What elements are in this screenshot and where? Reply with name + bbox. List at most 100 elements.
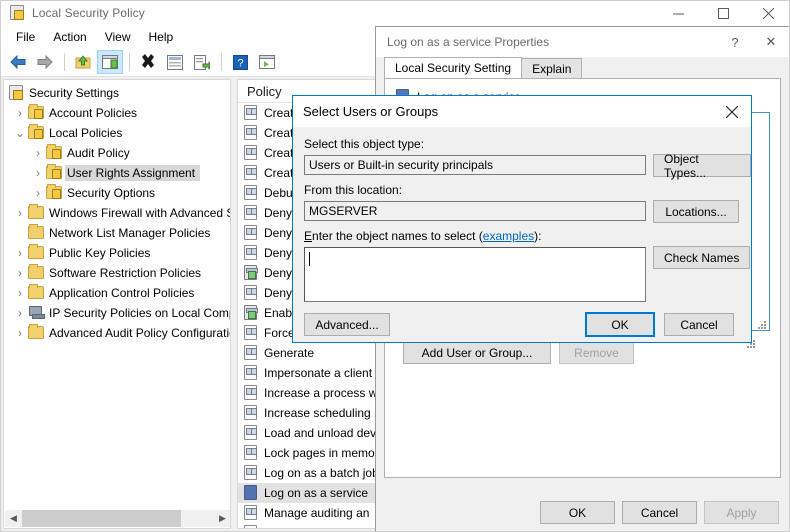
list-item-label: Manage auditing an: [264, 506, 370, 520]
up-folder-icon[interactable]: [70, 50, 96, 74]
menu-view[interactable]: View: [96, 27, 140, 47]
tree-root-security-settings[interactable]: Security Settings: [4, 83, 230, 103]
check-names-button[interactable]: Check Names: [653, 246, 751, 269]
ok-button[interactable]: OK: [585, 312, 655, 337]
policy-icon: [243, 465, 259, 481]
help-question-icon[interactable]: ?: [717, 27, 753, 57]
text-caret: [309, 252, 310, 266]
sidebar-item-local-policies[interactable]: ⌄ Local Policies: [4, 123, 230, 143]
menu-help[interactable]: Help: [140, 27, 183, 47]
sidebar-item-windows-firewall[interactable]: › Windows Firewall with Advanced Secu: [4, 203, 230, 223]
tree-item-label: Application Control Policies: [49, 286, 195, 300]
chevron-right-icon[interactable]: ›: [30, 163, 46, 183]
close-icon[interactable]: [713, 96, 751, 127]
folder-lock-icon: [46, 144, 62, 161]
policy-icon: [243, 245, 259, 261]
sidebar-item-software-restriction-policies[interactable]: › Software Restriction Policies: [4, 263, 230, 283]
sidebar-item-user-rights-assignment[interactable]: › User Rights Assignment: [4, 163, 230, 183]
menu-action[interactable]: Action: [44, 27, 95, 47]
export-list-icon[interactable]: [189, 50, 215, 74]
tree-item-label: Public Key Policies: [49, 246, 151, 260]
sidebar-item-advanced-audit-policy-configuration[interactable]: › Advanced Audit Policy Configuration: [4, 323, 230, 343]
show-console-tree-icon[interactable]: [97, 50, 123, 74]
chevron-right-icon[interactable]: ›: [12, 103, 28, 123]
chevron-right-icon[interactable]: ›: [12, 323, 28, 343]
tab-explain[interactable]: Explain: [521, 58, 583, 79]
properties-dialog-titlebar: Log on as a service Properties ? ✕: [376, 27, 789, 57]
tree-item-label: User Rights Assignment: [65, 165, 201, 181]
object-types-button[interactable]: Object Types...: [653, 152, 751, 180]
back-icon[interactable]: [5, 50, 31, 74]
policy-configured-icon: [243, 265, 259, 281]
window-titlebar: Local Security Policy: [1, 1, 789, 25]
object-type-field[interactable]: Users or Built-in security principals: [304, 155, 646, 175]
help-icon[interactable]: ?: [227, 50, 253, 74]
chevron-right-icon[interactable]: ›: [12, 283, 28, 303]
chevron-down-icon[interactable]: ⌄: [12, 123, 28, 143]
minimize-icon[interactable]: [656, 1, 701, 25]
object-names-input[interactable]: [304, 247, 646, 302]
advanced-button[interactable]: Advanced...: [304, 313, 390, 336]
list-item-label: Log on as a service: [264, 486, 369, 500]
sidebar-item-application-control-policies[interactable]: › Application Control Policies: [4, 283, 230, 303]
security-policy-icon: [9, 5, 25, 21]
toolbar-separator: [64, 53, 65, 71]
forward-icon[interactable]: [32, 50, 58, 74]
close-icon[interactable]: ✕: [753, 27, 789, 57]
sidebar-item-audit-policy[interactable]: › Audit Policy: [4, 143, 230, 163]
resize-grip-icon[interactable]: [758, 321, 767, 329]
ok-button[interactable]: OK: [540, 501, 615, 524]
list-item-label: Generate: [264, 346, 315, 360]
add-user-or-group-button[interactable]: Add User or Group...: [403, 341, 551, 364]
policy-icon: [243, 285, 259, 301]
policy-icon: [243, 225, 259, 241]
sidebar-item-public-key-policies[interactable]: › Public Key Policies: [4, 243, 230, 263]
view-icon[interactable]: [254, 50, 280, 74]
column-header-policy[interactable]: Policy: [238, 84, 282, 99]
policy-icon: [243, 405, 259, 421]
location-label: From this location:: [304, 183, 403, 197]
chevron-right-icon[interactable]: ›: [12, 243, 28, 263]
toolbar-separator: [129, 53, 130, 71]
policy-selected-icon: [243, 485, 259, 501]
properties-icon[interactable]: [162, 50, 188, 74]
scrollbar-thumb[interactable]: [22, 510, 182, 527]
chevron-right-icon[interactable]: ›: [30, 143, 46, 163]
folder-icon: [28, 324, 44, 341]
delete-icon[interactable]: [135, 50, 161, 74]
location-field[interactable]: MGSERVER: [304, 201, 646, 221]
close-icon[interactable]: [746, 1, 789, 25]
list-item-label: Modify an object lab: [264, 526, 371, 528]
chevron-right-icon[interactable]: ›: [30, 183, 46, 203]
cancel-button[interactable]: Cancel: [664, 313, 734, 336]
object-names-label-prefix: nter the object names to select (: [312, 229, 483, 243]
sidebar-item-security-options[interactable]: › Security Options: [4, 183, 230, 203]
cancel-button[interactable]: Cancel: [622, 501, 697, 524]
sidebar-item-network-list-manager-policies[interactable]: Network List Manager Policies: [4, 223, 230, 243]
tree-horizontal-scrollbar[interactable]: ◀ ▶: [5, 510, 230, 527]
scroll-right-icon[interactable]: ▶: [214, 510, 230, 527]
sidebar-item-ip-security-policies[interactable]: › IP Security Policies on Local Compute: [4, 303, 230, 323]
chevron-right-icon[interactable]: ›: [12, 203, 28, 223]
scroll-left-icon[interactable]: ◀: [5, 510, 22, 527]
policy-icon: [243, 365, 259, 381]
locations-button[interactable]: Locations...: [653, 200, 739, 223]
list-item-label: Log on as a batch job: [264, 466, 379, 480]
list-item-label: Increase a process w: [264, 386, 378, 400]
tab-local-security-setting[interactable]: Local Security Setting: [384, 57, 523, 79]
object-names-label-suffix: ):: [534, 229, 542, 243]
menu-file[interactable]: File: [7, 27, 44, 47]
folder-icon: [28, 284, 44, 301]
chevron-right-icon[interactable]: ›: [12, 303, 28, 323]
sidebar-item-account-policies[interactable]: › Account Policies: [4, 103, 230, 123]
tree-item-label: Network List Manager Policies: [49, 226, 211, 240]
folder-icon: [28, 244, 44, 261]
scrollbar-track[interactable]: [22, 510, 214, 527]
toolbar-separator: [221, 53, 222, 71]
maximize-icon[interactable]: [701, 1, 746, 25]
policy-icon: [243, 445, 259, 461]
tree-item-label: Account Policies: [49, 106, 138, 120]
chevron-right-icon[interactable]: ›: [12, 263, 28, 283]
examples-link[interactable]: examples: [483, 229, 534, 243]
